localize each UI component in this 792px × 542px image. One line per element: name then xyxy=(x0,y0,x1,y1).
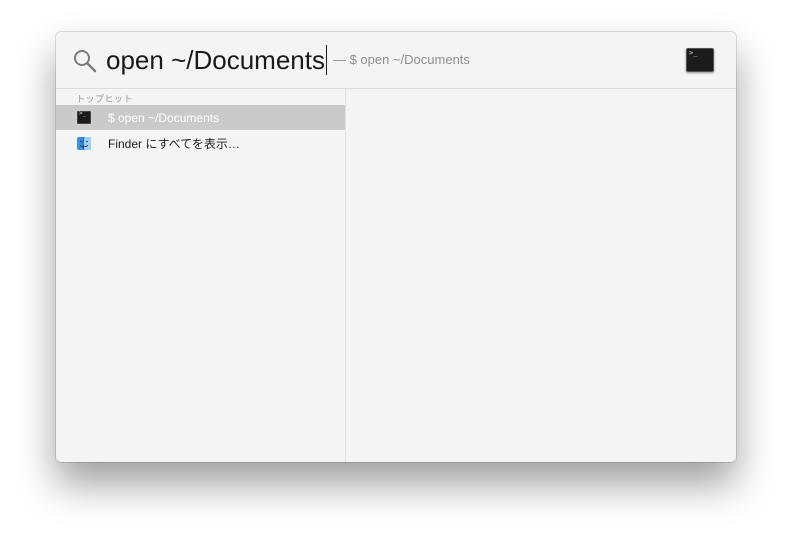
results-list: トップヒット >_ $ open ~/Documents Finder にすべて… xyxy=(56,89,346,462)
spotlight-window: open ~/Documents — $ open ~/Documents >_ … xyxy=(56,32,736,462)
search-input[interactable]: open ~/Documents — $ open ~/Documents xyxy=(106,44,470,76)
finder-icon xyxy=(77,137,91,150)
text-caret xyxy=(325,45,327,75)
terminal-app-icon: >_ xyxy=(686,48,714,72)
result-item-terminal-command[interactable]: >_ $ open ~/Documents xyxy=(56,105,345,130)
terminal-prompt-glyph: >_ xyxy=(689,49,698,57)
terminal-prompt-glyph: >_ xyxy=(79,110,87,117)
preview-pane xyxy=(346,89,736,462)
result-item-label: Finder にすべてを表示… xyxy=(108,137,240,151)
search-query-text: open ~/Documents xyxy=(106,45,325,75)
search-icon xyxy=(74,50,97,73)
search-bar[interactable]: open ~/Documents — $ open ~/Documents >_ xyxy=(56,32,736,89)
search-completion-hint: — $ open ~/Documents xyxy=(332,52,470,67)
terminal-icon: >_ xyxy=(77,110,91,124)
section-header-top-hits: トップヒット xyxy=(76,94,134,104)
result-item-label: $ open ~/Documents xyxy=(108,110,220,125)
result-item-show-all-in-finder[interactable]: Finder にすべてを表示… xyxy=(56,131,345,156)
